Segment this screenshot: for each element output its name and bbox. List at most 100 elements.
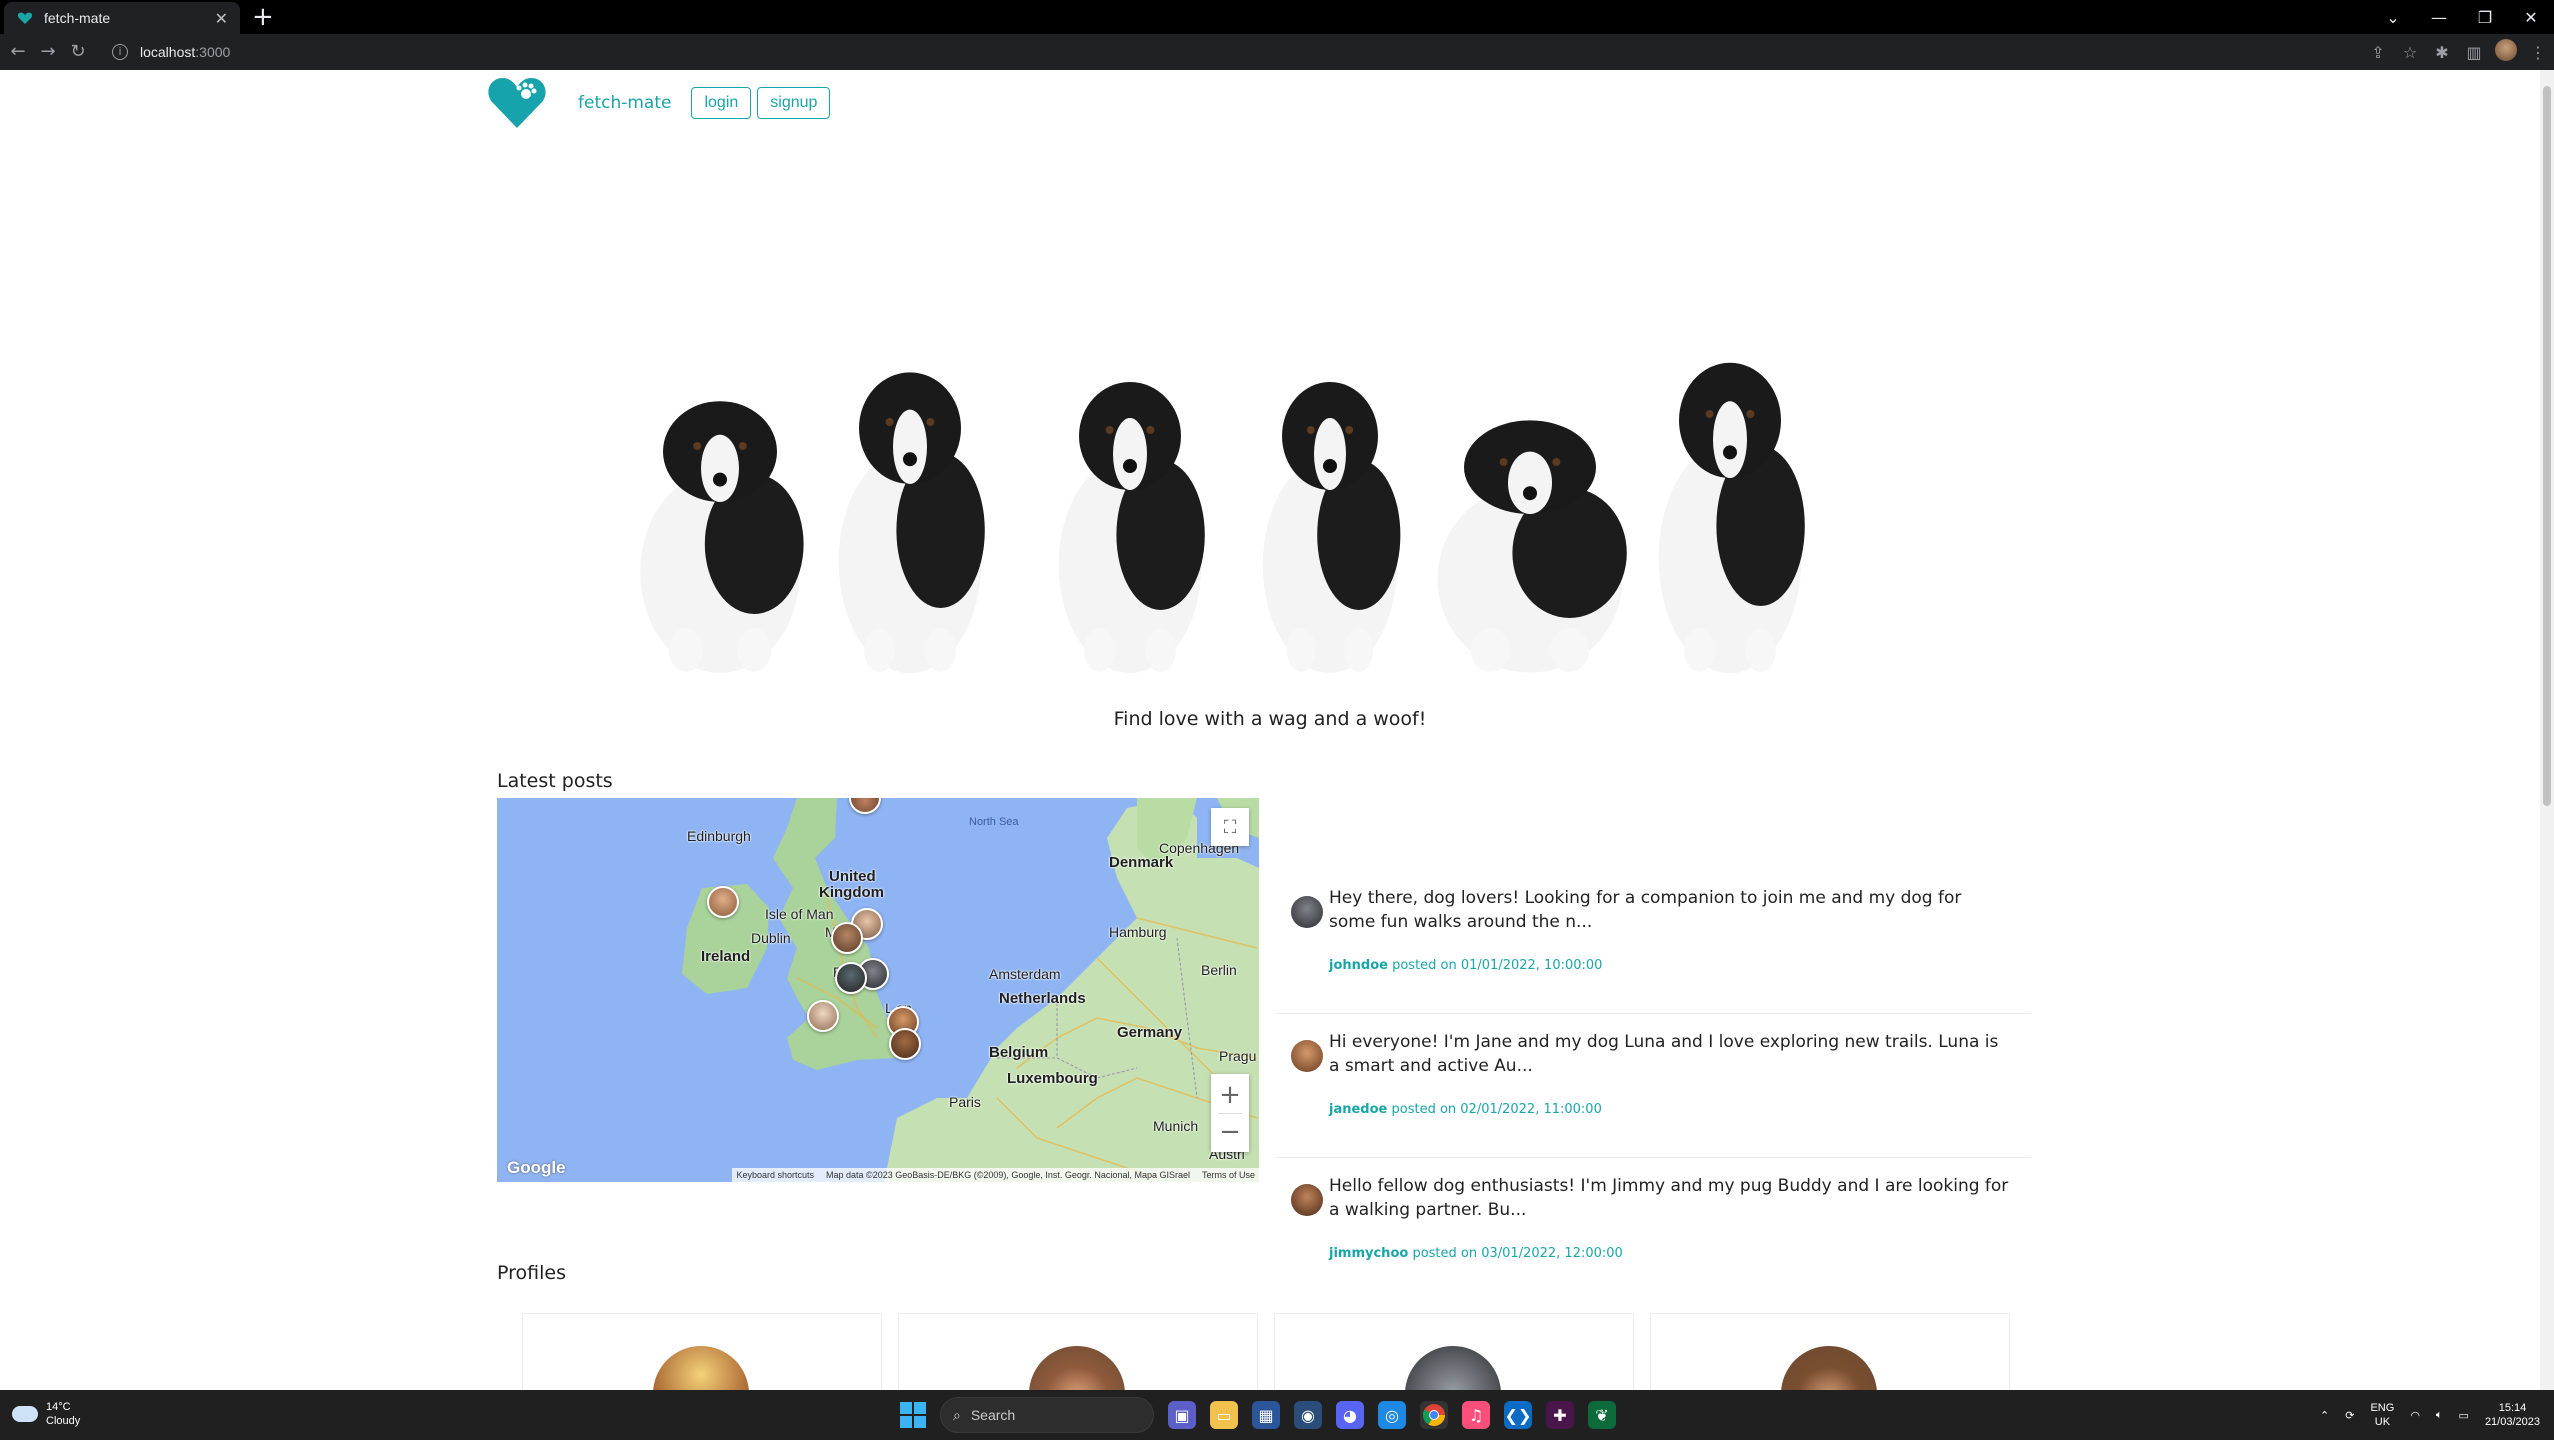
profile-card[interactable] bbox=[898, 1313, 1258, 1390]
post-text: Hey there, dog lovers! Looking for a com… bbox=[1329, 888, 1962, 932]
map-label-prague: Pragu bbox=[1219, 1048, 1257, 1064]
scrollbar-thumb[interactable] bbox=[2543, 86, 2551, 806]
sync-icon[interactable]: ⟳ bbox=[2345, 1409, 2354, 1422]
heart-paw-logo-icon[interactable] bbox=[488, 76, 546, 130]
share-icon[interactable]: ⇪ bbox=[2362, 43, 2394, 62]
weather-widget[interactable]: 14°C Cloudy bbox=[12, 1400, 80, 1428]
zoom-in-icon[interactable]: + bbox=[1219, 1077, 1241, 1113]
posts-list: Hey there, dog lovers! Looking for a com… bbox=[1275, 870, 2031, 1302]
map-profile-pin[interactable] bbox=[889, 1028, 921, 1060]
keyboard-shortcuts-link[interactable]: Keyboard shortcuts bbox=[736, 1170, 814, 1180]
address-bar: ← → ↻ i localhost:3000 ⇪ ☆ ✱ ▥ ⋮ bbox=[0, 34, 2554, 70]
fullscreen-icon[interactable]: ⛶ bbox=[1211, 808, 1249, 846]
discord-icon[interactable]: ◕ bbox=[1336, 1401, 1364, 1429]
post-item[interactable]: Hey there, dog lovers! Looking for a com… bbox=[1275, 870, 2031, 1014]
tab-search-icon[interactable]: ⌄ bbox=[2370, 8, 2416, 27]
map-profile-pin[interactable] bbox=[807, 1000, 839, 1032]
brand-link[interactable]: fetch-mate bbox=[578, 93, 671, 113]
start-icon[interactable] bbox=[900, 1402, 926, 1428]
signup-button[interactable]: signup bbox=[757, 87, 831, 119]
zoom-control: + − bbox=[1211, 1074, 1249, 1152]
post-text: Hello fellow dog enthusiasts! I'm Jimmy … bbox=[1329, 1176, 2009, 1220]
posts-map[interactable]: Edinburgh North Sea Copenhagen Denmark U… bbox=[497, 798, 1259, 1182]
zoom-out-icon[interactable]: − bbox=[1219, 1114, 1241, 1150]
post-author-link[interactable]: johndoe bbox=[1329, 958, 1388, 973]
map-data-text: Map data ©2023 GeoBasis-DE/BKG (©2009), … bbox=[826, 1170, 1190, 1180]
minimize-icon[interactable]: — bbox=[2416, 8, 2462, 27]
tray-overflow-icon[interactable]: ⌃ bbox=[2320, 1409, 2329, 1422]
map-label-ireland: Ireland bbox=[701, 948, 751, 965]
profile-card[interactable] bbox=[522, 1313, 882, 1390]
post-meta: janedoe posted on 02/01/2022, 11:00:00 bbox=[1329, 1102, 1602, 1117]
back-icon[interactable]: ← bbox=[6, 40, 30, 64]
lang-region: UK bbox=[2374, 1416, 2391, 1428]
chrome-icon[interactable] bbox=[1420, 1401, 1448, 1429]
map-attribution: Keyboard shortcuts Map data ©2023 GeoBas… bbox=[732, 1168, 1259, 1182]
taskbar-search[interactable]: ⌕ Search bbox=[940, 1397, 1154, 1433]
forward-icon[interactable]: → bbox=[36, 40, 60, 64]
reload-icon[interactable]: ↻ bbox=[66, 40, 90, 64]
login-button[interactable]: login bbox=[691, 87, 752, 119]
post-item[interactable]: Hello fellow dog enthusiasts! I'm Jimmy … bbox=[1275, 1158, 2031, 1302]
browser-tab[interactable]: fetch-mate ✕ bbox=[4, 2, 240, 34]
map-profile-pin[interactable] bbox=[835, 962, 867, 994]
new-tab-button[interactable]: + bbox=[252, 2, 274, 32]
map-label-belgium: Belgium bbox=[989, 1044, 1049, 1061]
avatar bbox=[1291, 1040, 1323, 1072]
itunes-icon[interactable]: ♫ bbox=[1462, 1401, 1490, 1429]
side-panel-icon[interactable]: ▥ bbox=[2458, 43, 2490, 62]
post-author-link[interactable]: jimmychoo bbox=[1329, 1246, 1408, 1261]
menu-icon[interactable]: ⋮ bbox=[2522, 43, 2554, 62]
profile-photo bbox=[1781, 1346, 1877, 1390]
cloud-icon bbox=[12, 1406, 38, 1422]
file-explorer-icon[interactable]: ▭ bbox=[1210, 1401, 1238, 1429]
store-icon[interactable]: ▦ bbox=[1252, 1401, 1280, 1429]
battery-icon[interactable]: ▭ bbox=[2459, 1409, 2469, 1422]
site-info-icon[interactable]: i bbox=[112, 44, 128, 60]
map-label-denmark: Denmark bbox=[1109, 854, 1174, 871]
map-label-netherlands: Netherlands bbox=[999, 990, 1086, 1007]
map-profile-pin[interactable] bbox=[707, 886, 739, 918]
map-label-north-sea: North Sea bbox=[969, 816, 1019, 828]
toolbar-right: ⇪ ☆ ✱ ▥ ⋮ bbox=[2362, 34, 2554, 70]
map-label-isle-of-man: Isle of Man bbox=[765, 906, 834, 922]
tab-close-icon[interactable]: ✕ bbox=[215, 9, 228, 28]
tab-title: fetch-mate bbox=[44, 10, 111, 26]
weather-condition: Cloudy bbox=[46, 1415, 81, 1427]
volume-icon[interactable]: 🔈︎ bbox=[2436, 1409, 2443, 1422]
search-label: Search bbox=[970, 1407, 1016, 1423]
puppy bbox=[640, 401, 804, 673]
post-date: posted on 02/01/2022, 11:00:00 bbox=[1387, 1102, 1602, 1117]
map-label-hamburg: Hamburg bbox=[1109, 924, 1167, 940]
post-item[interactable]: Hi everyone! I'm Jane and my dog Luna an… bbox=[1275, 1014, 2031, 1158]
teams-icon[interactable]: ▣ bbox=[1168, 1401, 1196, 1429]
browser-tab-strip: fetch-mate ✕ + ⌄ — ❐ ✕ bbox=[0, 0, 2554, 34]
map-label-munich: Munich bbox=[1153, 1118, 1199, 1134]
tagline: Find love with a wag and a woof! bbox=[1113, 708, 1427, 730]
profile-card[interactable] bbox=[1274, 1313, 1634, 1390]
window-controls: ⌄ — ❐ ✕ bbox=[2370, 0, 2554, 34]
profiles-title: Profiles bbox=[497, 1262, 566, 1284]
language-indicator[interactable]: ENG UK bbox=[2370, 1401, 2394, 1429]
profile-card[interactable] bbox=[1650, 1313, 2010, 1390]
profile-avatar[interactable] bbox=[2490, 39, 2522, 65]
page-scrollbar[interactable] bbox=[2540, 70, 2554, 1390]
extensions-icon[interactable]: ✱ bbox=[2426, 43, 2458, 62]
vscode-icon[interactable]: ❮❯ bbox=[1504, 1401, 1532, 1429]
bookmark-star-icon[interactable]: ☆ bbox=[2394, 43, 2426, 62]
map-label-germany: Germany bbox=[1117, 1024, 1183, 1041]
omnibox[interactable]: i localhost:3000 bbox=[100, 37, 2400, 67]
post-author-link[interactable]: janedoe bbox=[1329, 1102, 1387, 1117]
map-profile-pin[interactable] bbox=[831, 922, 863, 954]
clock[interactable]: 15:14 21/03/2023 bbox=[2485, 1401, 2540, 1429]
avatar bbox=[1291, 896, 1323, 928]
slack-icon[interactable]: ✚ bbox=[1546, 1401, 1574, 1429]
vpn-icon[interactable]: ◎ bbox=[1378, 1401, 1406, 1429]
taskbar-apps: ⌕ Search ▣ ▭ ▦ ◉ ◕ ◎ ♫ ❮❯ ✚ ❦ bbox=[900, 1396, 1616, 1434]
mongodb-compass-icon[interactable]: ❦ bbox=[1588, 1401, 1616, 1429]
wifi-icon[interactable]: ◠ bbox=[2410, 1409, 2420, 1422]
restore-icon[interactable]: ❐ bbox=[2462, 8, 2508, 27]
close-window-icon[interactable]: ✕ bbox=[2508, 8, 2554, 27]
steam-icon[interactable]: ◉ bbox=[1294, 1401, 1322, 1429]
terms-link[interactable]: Terms of Use bbox=[1202, 1170, 1255, 1180]
